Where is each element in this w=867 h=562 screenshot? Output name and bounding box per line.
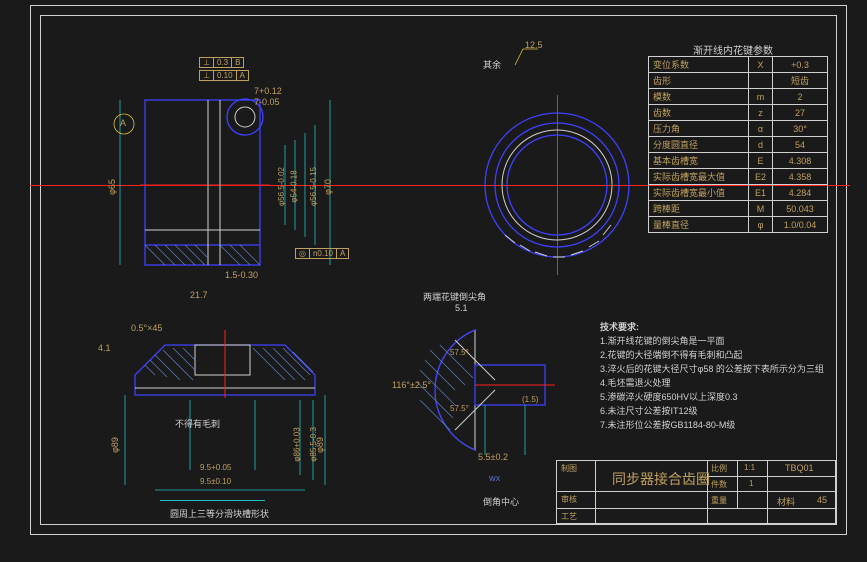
dim-d89: φ89 [110,437,120,453]
ra-value: 12.5 [525,40,543,50]
dim-7a: 7+0.12 [254,86,282,96]
tb-scale-l: 比例 [711,463,727,474]
gcf-box-2: ⊥0.10A [199,70,249,81]
dim-15p: (1.5) [522,395,538,404]
dim-d65: φ65 [107,179,117,195]
gcf3-sym: ◎ [296,249,310,258]
gcf-box-1: ⊥0.3B [199,57,244,68]
tb-scale-v: 1:1 [744,463,755,472]
tb-col1: 制图 [561,463,577,474]
param-row: 模数m2 [649,89,828,105]
dim-d89b: φ89 [315,437,325,453]
notes-title: 技术要求: [600,320,639,333]
tb-main: 同步器接合齿圈 [612,469,710,489]
note-3: 3.淬火后的花键大径尺寸φ58 的公差按下表所示分为三组 [600,362,824,375]
mid-wx: WX [489,476,500,483]
gcf2-dat: A [237,71,248,80]
param-row: 跨棒距M50.043 [649,201,828,217]
tb-code: TBQ01 [785,463,814,473]
dim-w95b: 9.5+0.05 [200,463,231,472]
param-table-title: 渐开线内花键参数 [693,42,773,57]
param-row: 齿数z27 [649,105,828,121]
gcf3-dat: A [337,249,348,258]
gcf1-tol: 0.3 [214,58,232,67]
tb-col2: 审核 [561,494,577,505]
param-table: 变位系数X+0.3齿形短齿模数m2齿数z27压力角α30°分度圆直径d54基本齿… [648,56,828,233]
dim-217: 21.7 [190,290,208,300]
tb-qty-v: 1 [749,479,753,488]
tb-col3: 工艺 [561,511,577,522]
gcf2-sym: ⊥ [200,71,214,80]
tb-mass-l: 重量 [711,495,727,506]
param-row: 分度圆直径d54 [649,137,828,153]
qiyu-label: 其余 [483,58,501,71]
datum-a-label: A [120,118,126,128]
dim-55: 5.5±0.2 [478,452,508,462]
dim-d564: φ56.5-0.02 [277,167,286,206]
gcf1-sym: ⊥ [200,58,214,67]
dim-d5618: φ56.5-0.15 [309,167,318,206]
note-5: 5.渗碳淬火硬度650HV以上深度0.3 [600,390,738,403]
dim-15: 1.5-0.30 [225,270,258,280]
gcf3-tol: n0.10 [310,249,337,258]
note-burr: 不得有毛刺 [175,417,220,430]
dim-d86: φ86+0.03 [293,427,302,461]
note-7: 7.未注形位公差按GB1184-80-M级 [600,418,735,431]
dim-116: 116°±2.5° [392,380,431,390]
param-row: 实际齿槽宽最小值E14.284 [649,185,828,201]
param-row: 实际齿槽宽最大值E24.358 [649,169,828,185]
param-row: 量棒直径φ1.0/0.04 [649,217,828,233]
param-row: 基本齿槽宽E4.308 [649,153,828,169]
leader-slot [160,500,265,501]
dim-575a: 57.5° [450,348,469,357]
note-4: 4.毛坯需退火处理 [600,376,671,389]
note-slot: 圆周上三等分滑块槽形状 [170,507,269,520]
cad-canvas: ⊥0.3B ⊥0.10A 7+0.12 7-0.05 ◎n0.10A φ65 φ… [0,0,867,562]
gcf1-dat: B [232,58,243,67]
param-row: 齿形短齿 [649,73,828,89]
title-block: 同步器接合齿圈 比例 1:1 TBQ01 件数 1 重量 材料 45 制图 审核… [556,460,836,524]
dim-575b: 57.5° [450,404,469,413]
param-row: 压力角α30° [649,121,828,137]
note-2: 2.花键的大径端倒不得有毛刺和凸起 [600,348,743,361]
note-1: 1.渐开线花键的倒尖角是一平面 [600,334,725,347]
dim-w95a: 9.5±0.10 [200,477,231,486]
gcf-box-3: ◎n0.10A [295,248,349,259]
note-6: 6.未注尺寸公差按IT12级 [600,404,698,417]
dim-cham: 0.5°×45 [131,323,162,333]
ring-front-view [475,95,640,275]
mid-note2: 倒角中心 [483,495,519,508]
dim-d5418: φ54-0.18 [290,170,299,202]
tb-mat-v: 45 [817,495,827,505]
mid-title: 两端花键倒尖角 [423,290,486,303]
dim-d70: φ70 [323,179,333,195]
dim-7b: 7-0.05 [254,97,280,107]
param-row: 变位系数X+0.3 [649,57,828,73]
dim-41: 4.1 [98,343,111,353]
tb-qty-l: 件数 [711,479,727,490]
gcf2-tol: 0.10 [214,71,237,80]
tb-mat-l: 材料 [777,495,795,508]
